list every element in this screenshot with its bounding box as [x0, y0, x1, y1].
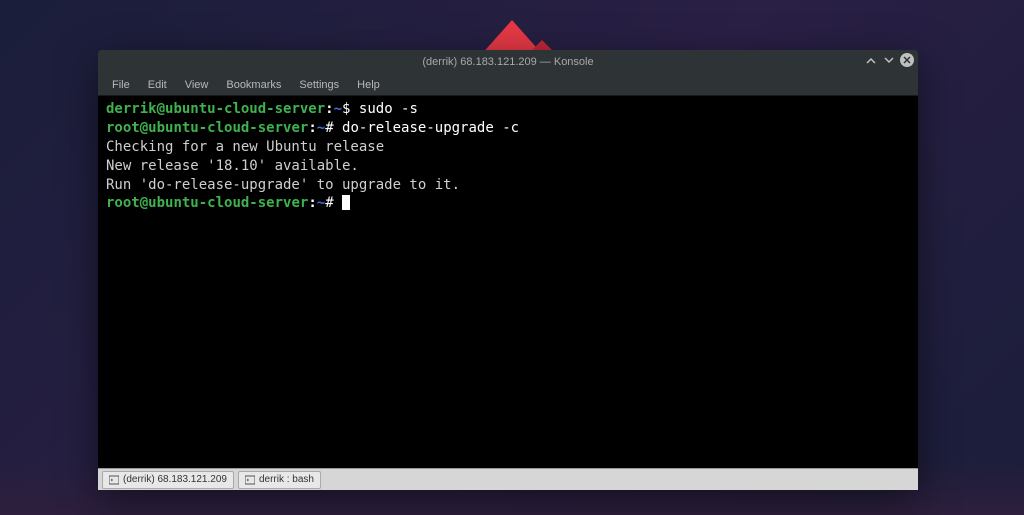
session-tab[interactable]: (derrik) 68.183.121.209	[102, 471, 234, 489]
menu-edit[interactable]: Edit	[140, 77, 175, 93]
terminal[interactable]: derrik@ubuntu-cloud-server:~$ sudo -s ro…	[98, 96, 918, 468]
prompt-colon: :	[325, 101, 333, 117]
prompt-symbol: $	[342, 101, 359, 117]
close-icon[interactable]	[900, 53, 914, 67]
menu-settings[interactable]: Settings	[291, 77, 347, 93]
prompt-symbol: #	[325, 195, 342, 211]
prompt-symbol: #	[325, 120, 342, 136]
prompt-at: @	[140, 120, 148, 136]
prompt-host: ubuntu-cloud-server	[148, 120, 308, 136]
cursor	[342, 195, 350, 210]
prompt-host: ubuntu-cloud-server	[165, 101, 325, 117]
menu-bookmarks[interactable]: Bookmarks	[218, 77, 289, 93]
terminal-icon	[109, 475, 119, 485]
menubar: File Edit View Bookmarks Settings Help	[98, 74, 918, 96]
terminal-icon	[245, 475, 255, 485]
session-tab[interactable]: derrik : bash	[238, 471, 321, 489]
tab-label: (derrik) 68.183.121.209	[123, 474, 227, 485]
prompt-at: @	[140, 195, 148, 211]
window-controls	[864, 53, 914, 67]
prompt-host: ubuntu-cloud-server	[148, 195, 308, 211]
menu-view[interactable]: View	[177, 77, 217, 93]
titlebar[interactable]: (derrik) 68.183.121.209 — Konsole	[98, 50, 918, 74]
menu-help[interactable]: Help	[349, 77, 388, 93]
output-line: Run 'do-release-upgrade' to upgrade to i…	[106, 177, 460, 193]
konsole-window: (derrik) 68.183.121.209 — Konsole File E…	[98, 50, 918, 490]
prompt-at: @	[157, 101, 165, 117]
window-title: (derrik) 68.183.121.209 — Konsole	[422, 56, 593, 68]
menu-file[interactable]: File	[104, 77, 138, 93]
prompt-user: root	[106, 195, 140, 211]
output-line: New release '18.10' available.	[106, 158, 359, 174]
statusbar: (derrik) 68.183.121.209 derrik : bash	[98, 468, 918, 490]
prompt-user: root	[106, 120, 140, 136]
maximize-icon[interactable]	[882, 53, 896, 67]
prompt-user: derrik	[106, 101, 157, 117]
tab-label: derrik : bash	[259, 474, 314, 485]
prompt-path: ~	[334, 101, 342, 117]
command-text: do-release-upgrade -c	[342, 120, 519, 136]
minimize-icon[interactable]	[864, 53, 878, 67]
command-text: sudo -s	[359, 101, 418, 117]
prompt-colon: :	[308, 120, 316, 136]
prompt-colon: :	[308, 195, 316, 211]
prompt-path: ~	[317, 195, 325, 211]
output-line: Checking for a new Ubuntu release	[106, 139, 384, 155]
prompt-path: ~	[317, 120, 325, 136]
